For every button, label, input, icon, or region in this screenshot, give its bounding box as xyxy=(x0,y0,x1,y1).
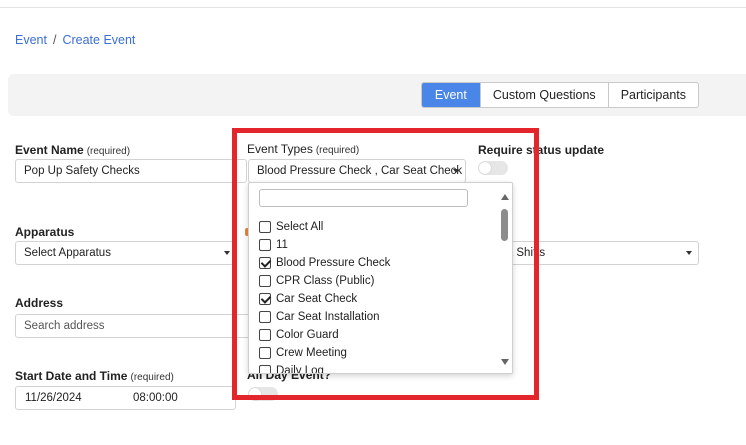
event-name-required: (required) xyxy=(86,146,131,157)
breadcrumb-event-link[interactable]: Event xyxy=(15,33,47,47)
start-date-label: Start Date and Time (required) xyxy=(15,369,174,383)
breadcrumb: Event / Create Event xyxy=(15,33,135,47)
event-name-input[interactable] xyxy=(15,159,247,183)
chevron-down-icon xyxy=(686,251,692,255)
breadcrumb-create-event-link[interactable]: Create Event xyxy=(62,33,135,47)
tab-bar: Event Custom Questions Participants xyxy=(8,74,746,116)
event-name-label: Event Name (required) xyxy=(15,143,130,157)
tab-participants[interactable]: Participants xyxy=(607,83,698,107)
start-date-value: 11/26/2024 xyxy=(25,392,82,404)
start-datetime-input[interactable]: 11/26/2024 08:00:00 xyxy=(15,386,236,410)
start-time-value: 08:00:00 xyxy=(133,392,178,404)
apparatus-select[interactable]: Select Apparatus xyxy=(15,241,237,265)
address-search-input[interactable] xyxy=(15,314,255,338)
start-date-label-text: Start Date and Time xyxy=(15,369,128,383)
breadcrumb-separator: / xyxy=(52,33,57,47)
address-label: Address xyxy=(15,296,64,310)
start-date-required: (required) xyxy=(130,372,174,383)
chevron-down-icon xyxy=(224,251,230,255)
tab-custom-questions[interactable]: Custom Questions xyxy=(479,83,608,107)
highlight-box xyxy=(232,128,539,400)
apparatus-label: Apparatus xyxy=(15,225,75,239)
tab-group: Event Custom Questions Participants xyxy=(420,82,699,108)
top-border xyxy=(0,0,746,8)
apparatus-value: Select Apparatus xyxy=(24,247,111,259)
event-name-label-text: Event Name xyxy=(15,143,84,157)
tab-event[interactable]: Event xyxy=(421,83,480,107)
